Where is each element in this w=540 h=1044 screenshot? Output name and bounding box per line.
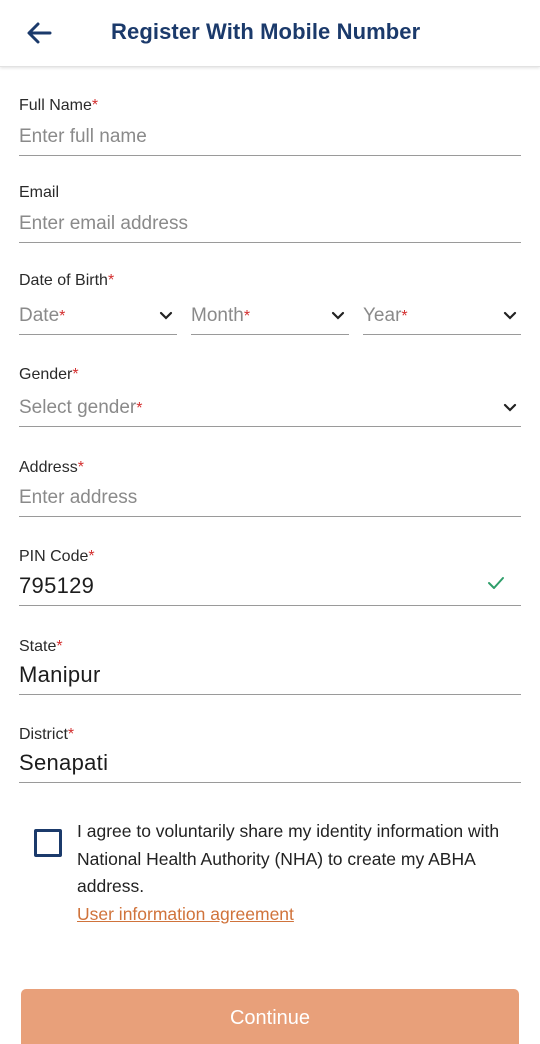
checkmark-icon <box>488 577 504 589</box>
consent-text: I agree to voluntarily share my identity… <box>77 821 500 896</box>
page-title: Register With Mobile Number <box>111 19 421 44</box>
state-label: State* <box>19 638 63 655</box>
address-field: Address* Enter address <box>19 458 521 517</box>
address-label: Address* <box>19 459 84 476</box>
state-input[interactable]: Manipur <box>19 660 521 695</box>
continue-button[interactable]: Continue <box>21 989 519 1044</box>
user-agreement-link[interactable]: User information agreement <box>77 904 294 925</box>
chevron-down-icon <box>331 311 345 320</box>
year-dropdown[interactable]: Year* <box>363 301 521 335</box>
month-dropdown[interactable]: Month* <box>191 301 349 335</box>
consent-checkbox[interactable] <box>34 829 62 857</box>
full-name-input[interactable]: Enter full name <box>19 122 521 156</box>
pin-code-label: PIN Code* <box>19 548 95 565</box>
state-field: State* Manipur <box>19 637 521 695</box>
gender-dropdown[interactable]: Select gender* <box>19 393 521 427</box>
dob-field: Date of Birth* Date* Month* Year* <box>19 271 521 335</box>
address-input[interactable]: Enter address <box>19 483 521 517</box>
arrow-left-icon[interactable] <box>24 18 56 48</box>
email-label: Email <box>19 184 60 201</box>
chevron-down-icon <box>503 311 517 320</box>
gender-field: Gender* Select gender* <box>19 365 521 427</box>
gender-label: Gender* <box>19 366 79 383</box>
dob-label: Date of Birth* <box>19 272 115 289</box>
district-field: District* Senapati <box>19 725 521 783</box>
pin-code-field: PIN Code* 795129 <box>19 547 521 606</box>
email-input[interactable]: Enter email address <box>19 209 521 243</box>
chevron-down-icon <box>159 311 173 320</box>
district-label: District* <box>19 726 75 743</box>
chevron-down-icon <box>503 403 517 412</box>
pin-code-input[interactable]: 795129 <box>19 571 521 606</box>
district-input[interactable]: Senapati <box>19 748 521 783</box>
full-name-field: Full Name* Enter full name <box>19 96 521 156</box>
full-name-label: Full Name* <box>19 97 99 114</box>
app-bar: Register With Mobile Number <box>0 0 540 67</box>
email-field: Email Enter email address <box>19 183 521 243</box>
date-dropdown[interactable]: Date* <box>19 301 177 335</box>
